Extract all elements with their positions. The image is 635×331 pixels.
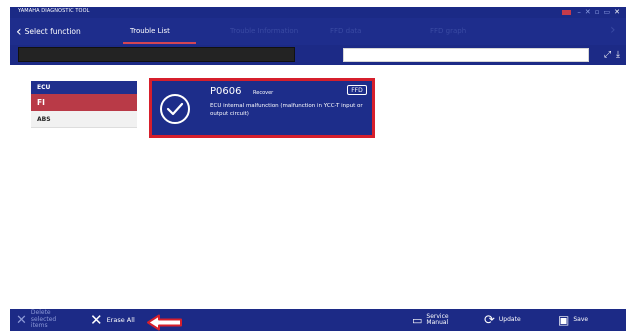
window-controls: – ✕ ▫ ▭ ✕ xyxy=(562,7,620,18)
ecu-list: ECU FI ABS xyxy=(31,81,137,128)
service-manual-label: Service Manual xyxy=(426,312,449,326)
expand-icon[interactable]: ⤢ xyxy=(604,50,611,60)
maximize-icon[interactable]: ▭ xyxy=(604,7,611,18)
ecu-item-fi[interactable]: FI xyxy=(31,94,137,111)
ecu-item-abs[interactable]: ABS xyxy=(31,111,137,128)
tab-ffd-graph[interactable]: FFD graph xyxy=(430,22,466,41)
chevron-right-icon[interactable]: › xyxy=(610,22,616,38)
ecu-info-bar xyxy=(18,47,295,62)
toolbar-icons: ⤢ ⤓ xyxy=(604,47,620,63)
refresh-icon: ⟳ xyxy=(484,312,495,328)
tab-ffd-data[interactable]: FFD data xyxy=(330,22,361,41)
close-icon[interactable]: ✕ xyxy=(614,7,620,18)
select-function-button[interactable]: ‹ Select function xyxy=(16,22,81,41)
save-label: Save xyxy=(573,315,589,323)
bottom-bar: ✕ Delete selected items ✕ Erase All ▭ Se… xyxy=(10,309,626,331)
filter-input[interactable] xyxy=(343,48,589,62)
delete-selected-label: Delete selected items xyxy=(30,309,57,330)
ffd-badge[interactable]: FFD xyxy=(347,85,367,95)
trouble-code: P0606 xyxy=(210,86,242,97)
select-function-label: Select function xyxy=(24,27,81,36)
window-title: YAMAHA DIAGNOSTIC TOOL xyxy=(18,8,90,14)
trouble-description: ECU internal malfunction (malfunction in… xyxy=(210,103,363,117)
minimize-icon[interactable]: – xyxy=(577,7,581,18)
ecu-list-header: ECU xyxy=(31,81,137,94)
trouble-code-card[interactable]: P0606 Recover FFD ECU internal malfuncti… xyxy=(149,78,375,138)
tab-bar: ‹ Select function Trouble List Trouble I… xyxy=(10,18,626,45)
diagnostic-app: YAMAHA DIAGNOSTIC TOOL – ✕ ▫ ▭ ✕ ‹ Selec… xyxy=(0,0,635,331)
save-button[interactable]: ▣ Save xyxy=(558,309,588,331)
save-icon: ▣ xyxy=(558,312,570,327)
restore-icon[interactable]: ▫ xyxy=(595,7,600,18)
delete-selected-button[interactable]: ✕ Delete selected items xyxy=(16,309,96,331)
pin-icon[interactable]: ✕ xyxy=(585,7,591,18)
erase-icon: ✕ xyxy=(90,310,103,329)
update-button[interactable]: ⟳ Update xyxy=(484,309,521,331)
erase-all-button[interactable]: ✕ Erase All xyxy=(90,309,135,331)
tab-trouble-list[interactable]: Trouble List xyxy=(130,22,170,41)
trouble-status: Recover xyxy=(253,90,274,96)
erase-all-label: Erase All xyxy=(106,315,135,324)
active-tab-indicator xyxy=(123,42,196,44)
delete-icon: ✕ xyxy=(16,312,27,328)
download-icon[interactable]: ⤓ xyxy=(616,50,620,60)
service-manual-button[interactable]: ▭ Service Manual xyxy=(412,309,454,331)
flag-icon xyxy=(562,10,572,15)
chevron-left-icon: ‹ xyxy=(16,23,22,40)
title-bar: YAMAHA DIAGNOSTIC TOOL – ✕ ▫ ▭ ✕ xyxy=(10,7,626,18)
tab-trouble-information[interactable]: Trouble Information xyxy=(230,22,298,41)
toolbar: ⤢ ⤓ xyxy=(10,45,626,65)
check-icon xyxy=(160,94,190,124)
update-label: Update xyxy=(498,315,521,323)
manual-icon: ▭ xyxy=(412,313,423,327)
arrow-left-icon xyxy=(147,314,182,331)
main-content: ECU FI ABS P0606 Recover FFD ECU interna… xyxy=(10,65,626,309)
